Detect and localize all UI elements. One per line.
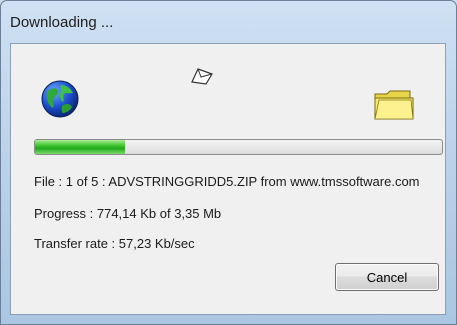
progress-info-text: Progress : 774,14 Kb of 3,35 Mb [34, 206, 222, 221]
download-dialog: Downloading ... File: 1 of 5: ADVSTRIN… [0, 0, 457, 325]
transfer-rate-text: Transfer rate : 57,23 Kb/sec [34, 236, 195, 251]
dialog-body: File : 1 of 5 : ADVSTRINGGRIDD5.ZIP from… [10, 43, 446, 315]
title-bar[interactable]: Downloading ... [1, 1, 456, 41]
cancel-button[interactable]: Cancel [335, 263, 439, 291]
window-title: Downloading ... [10, 14, 114, 31]
file-info-text: File : 1 of 5 : ADVSTRINGGRIDD5.ZIP from… [34, 174, 420, 189]
globe-icon [41, 80, 79, 118]
progress-fill [35, 140, 125, 154]
folder-icon [374, 90, 414, 120]
paper-icon [191, 68, 213, 85]
download-progress-bar [34, 139, 443, 155]
